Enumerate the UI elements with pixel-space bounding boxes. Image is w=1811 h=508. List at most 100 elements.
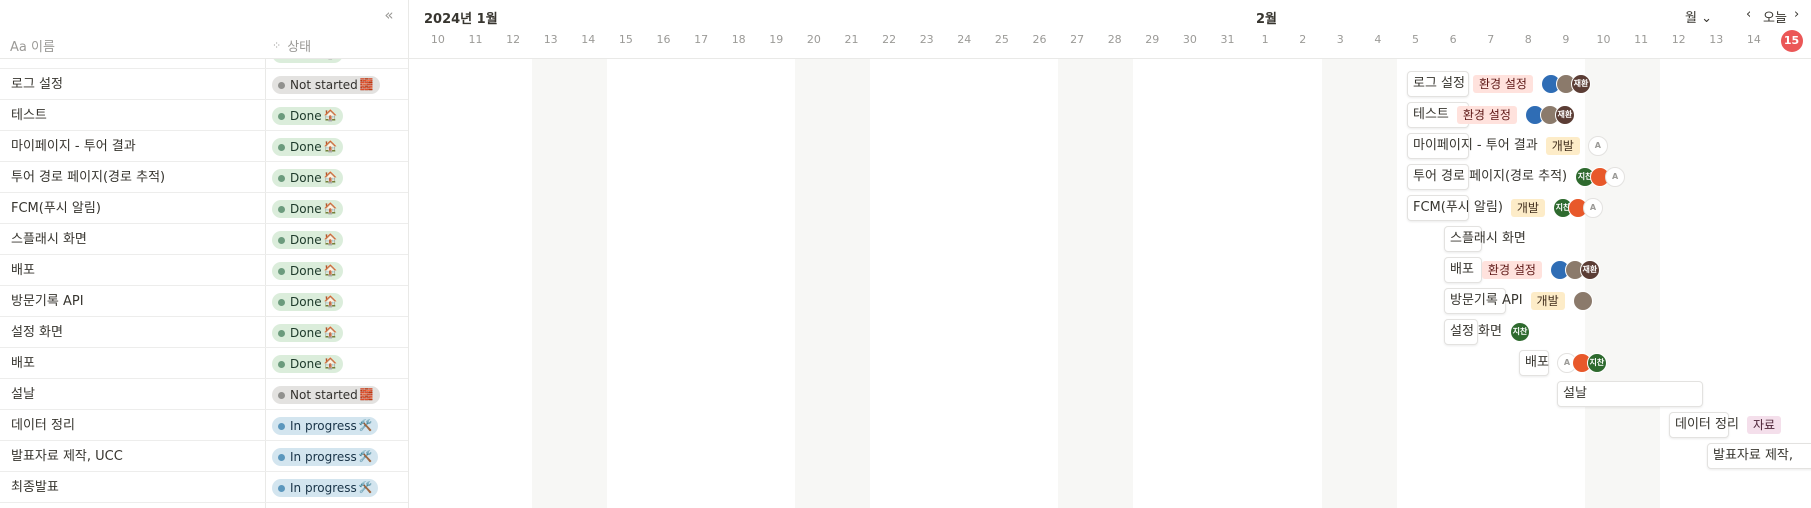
day-tick: 13 [543, 33, 558, 46]
status-badge[interactable]: Done🏠 [272, 231, 344, 249]
bar-title: 로그 설정 [1413, 76, 1465, 91]
timeline-bar-label[interactable]: FCM(푸시 알림) 개발 지찬 A [1413, 195, 1603, 221]
collapse-sidebar-button[interactable]: « [380, 6, 398, 24]
status-label: Done [290, 357, 322, 371]
next-button[interactable]: › [1794, 7, 1799, 22]
day-tick: 25 [994, 33, 1009, 46]
table-row[interactable]: 마이페이지 - 투어 결과 Done 🏠 [0, 131, 408, 162]
status-badge[interactable]: Done🏠 [272, 200, 344, 218]
bar-title: FCM(푸시 알림) [1413, 200, 1503, 215]
bar-title: 설정 화면 [1450, 324, 1502, 339]
status-badge[interactable]: Done🏠 [272, 355, 344, 373]
timeline-bar-label[interactable]: 발표자료 제작, [1713, 443, 1793, 469]
table-row[interactable]: 테스트 Done 🏠 [0, 100, 408, 131]
table-panel: « Aa 이름 ⁘ 상태 Done🏠로그 설정Not started🧱테스트Do… [0, 0, 409, 508]
day-tick: 24 [957, 33, 972, 46]
status-badge[interactable]: Done🏠 [272, 138, 344, 156]
weekend-column [1058, 59, 1134, 508]
day-tick: 10 [1596, 33, 1611, 46]
assignee-avatars: 재환 [1549, 260, 1600, 280]
status-badge[interactable]: Done🏠 [272, 293, 344, 311]
timeline-bar-label[interactable]: 테스트 환경 설정 재환 [1413, 102, 1575, 128]
status-emoji-icon: 🏠 [323, 171, 338, 184]
status-emoji-icon: 🏠 [323, 202, 338, 215]
category-tag: 환경 설정 [1472, 75, 1533, 93]
timeline-bar-label[interactable]: 설날 [1563, 381, 1587, 407]
day-tick: 14 [1746, 33, 1761, 46]
table-row[interactable]: 설날 Not started 🧱 [0, 379, 408, 410]
status-label: Done [290, 202, 322, 216]
day-tick: 6 [1449, 33, 1457, 46]
timeline-bar-label[interactable]: 투어 경로 페이지(경로 추적) 지찬 A [1413, 164, 1626, 190]
day-tick: 10 [430, 33, 445, 46]
timeline-bar-label[interactable]: 배포 환경 설정 재환 [1450, 257, 1600, 283]
row-name: 로그 설정 [11, 77, 63, 92]
status-badge[interactable]: Done🏠 [272, 169, 344, 187]
status-emoji-icon: 🛠️ [358, 419, 373, 432]
table-row[interactable]: 최종발표 In progress 🛠️ [0, 472, 408, 503]
chevron-right-icon: › [1794, 7, 1800, 22]
status-badge[interactable]: Not started 🧱 [272, 76, 380, 94]
status-badge[interactable]: In progress 🛠️ [272, 479, 379, 497]
row-name: 데이터 정리 [11, 418, 75, 433]
bar-title: 배포 [1450, 262, 1474, 277]
bar-title: 발표자료 제작, [1713, 448, 1794, 463]
table-row[interactable]: 방문기록 API Done 🏠 [0, 286, 408, 317]
table-row[interactable]: 스플래시 화면 Done 🏠 [0, 224, 408, 255]
table-row[interactable]: FCM(푸시 알림) Done 🏠 [0, 193, 408, 224]
table-row[interactable]: 로그 설정 Not started 🧱 [0, 69, 408, 100]
status-label: In progress [290, 481, 357, 495]
status-badge[interactable]: In progress 🛠️ [272, 417, 379, 435]
table-row[interactable]: 배포 Done 🏠 [0, 348, 408, 379]
status-label: Done [290, 140, 322, 154]
column-header-name[interactable]: Aa 이름 [10, 32, 55, 58]
assignee-avatars: 재환 [1540, 74, 1591, 94]
status-badge[interactable]: Done🏠 [272, 324, 344, 342]
view-mode-select[interactable]: 월 ⌄ [1685, 7, 1712, 26]
status-dot-icon [278, 143, 285, 151]
bar-title: 테스트 [1413, 107, 1449, 122]
day-tick: 13 [1709, 33, 1724, 46]
status-badge[interactable]: Done🏠 [272, 262, 344, 280]
timeline-bar-label[interactable]: 데이터 정리 자료 [1675, 412, 1782, 438]
table-row[interactable]: 배포 Done 🏠 [0, 255, 408, 286]
status-emoji-icon: 🏠 [323, 326, 338, 339]
timeline-bar-label[interactable]: 로그 설정 환경 설정 재환 [1413, 71, 1591, 97]
status-badge[interactable]: Not started 🧱 [272, 386, 380, 404]
chevron-left-icon: ‹ [1746, 7, 1752, 22]
status-badge[interactable]: In progress 🛠️ [272, 448, 379, 466]
status-label: Done [290, 171, 322, 185]
bar-title: 방문기록 API [1450, 293, 1523, 308]
timeline-bar-label[interactable]: 방문기록 API 개발 [1450, 288, 1593, 314]
status-label: Not started [290, 388, 358, 402]
table-row[interactable]: 발표자료 제작, UCC In progress 🛠️ [0, 441, 408, 472]
avatar: A [1587, 136, 1608, 156]
weekend-column [531, 59, 608, 508]
prev-button[interactable]: ‹ [1746, 7, 1751, 22]
status-badge[interactable]: Done🏠 [272, 107, 344, 125]
today-button[interactable]: 오늘 [1763, 7, 1787, 26]
assignee-avatars: 지찬 A [1575, 167, 1626, 187]
day-tick: 7 [1487, 33, 1495, 46]
timeline-bar-label[interactable]: 배포 A 지찬 [1525, 350, 1607, 376]
header-divider [0, 58, 408, 59]
day-tick: 27 [1070, 33, 1085, 46]
table-row[interactable]: 데이터 정리 In progress 🛠️ [0, 410, 408, 441]
timeline-bar-label[interactable]: 마이페이지 - 투어 결과 개발 A [1413, 133, 1608, 159]
table-row[interactable]: 투어 경로 페이지(경로 추적) Done 🏠 [0, 162, 408, 193]
bar-title: 설날 [1563, 386, 1587, 401]
month-label-jan: 2024년 1월 [424, 12, 498, 27]
status-dot-icon [278, 422, 285, 430]
day-tick: 16 [656, 33, 671, 46]
timeline-bar-label[interactable]: 설정 화면 지찬 [1450, 319, 1530, 345]
status-dot-icon [278, 267, 285, 275]
table-row[interactable]: 설정 화면 Done 🏠 [0, 317, 408, 348]
status-emoji-icon: 🧱 [359, 388, 374, 401]
timeline-bar-label[interactable]: 스플래시 화면 [1450, 226, 1526, 252]
status-emoji-icon: 🏠 [323, 357, 338, 370]
day-tick: 15 [618, 33, 633, 46]
status-label: In progress [290, 450, 357, 464]
row-name: 방문기록 API [11, 294, 84, 309]
status-emoji-icon: 🏠 [323, 109, 338, 122]
column-header-status[interactable]: ⁘ 상태 [272, 32, 311, 58]
